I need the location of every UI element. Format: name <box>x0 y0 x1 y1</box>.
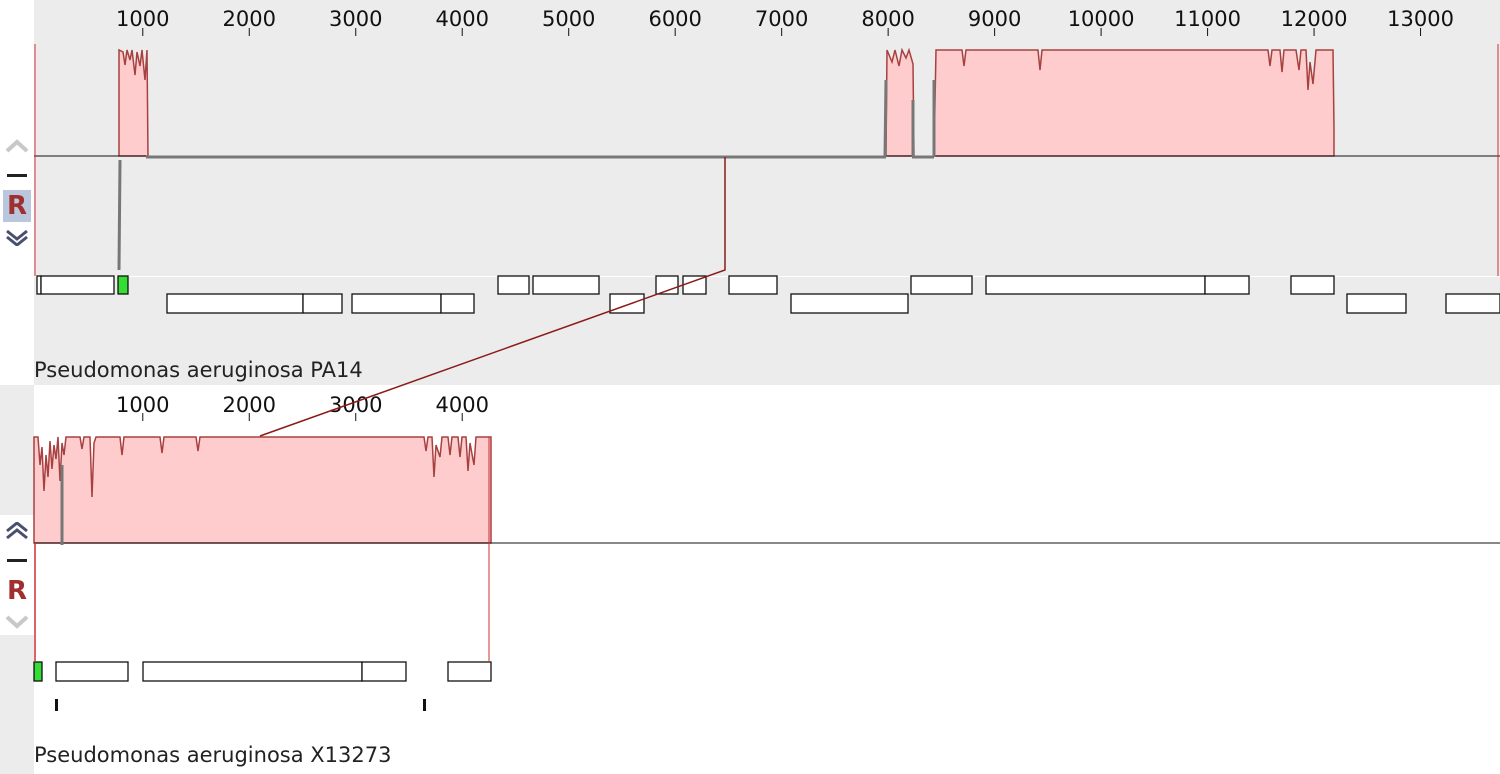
gene-feature[interactable] <box>302 293 343 314</box>
gene-feature[interactable] <box>142 661 363 682</box>
ruler-label: 8000 <box>861 7 914 31</box>
gene-feature[interactable] <box>728 275 778 295</box>
rna-feature[interactable] <box>117 275 129 295</box>
ruler-label: 1000 <box>116 7 169 31</box>
gene-feature[interactable] <box>40 275 115 295</box>
ruler-label: 4000 <box>435 7 488 31</box>
genome-track-x13273[interactable]: 1000 2000 3000 4000 <box>0 385 1500 774</box>
ruler-label: 9000 <box>968 7 1021 31</box>
gene-features <box>33 661 492 682</box>
gene-feature[interactable] <box>440 293 475 314</box>
gene-feature[interactable] <box>1445 293 1500 314</box>
gene-feature[interactable] <box>55 661 129 682</box>
ruler-label: 6000 <box>648 7 701 31</box>
gene-feature[interactable] <box>497 275 530 295</box>
ruler: 1000 2000 3000 4000 <box>116 393 489 421</box>
genome-panel-pa14[interactable]: R 1000 2000 3000 4000 5000 6000 7000 8000 9000 10… <box>0 0 1500 385</box>
genome-track-pa14[interactable]: 1000 2000 3000 4000 5000 6000 7000 8000 9000 1000… <box>0 0 1500 385</box>
gap-lines <box>117 79 936 271</box>
gene-feature[interactable] <box>532 275 600 295</box>
ruler-label: 4000 <box>435 393 488 417</box>
lcb-block[interactable] <box>933 49 1335 157</box>
gene-feature[interactable] <box>447 661 492 682</box>
ruler-label: 3000 <box>329 7 382 31</box>
gene-features <box>34 275 1500 314</box>
repeat-tick[interactable] <box>423 699 426 711</box>
ruler-label: 2000 <box>223 7 276 31</box>
genome-name: Pseudomonas aeruginosa PA14 <box>34 358 363 382</box>
ruler-label: 13000 <box>1387 7 1454 31</box>
gene-feature[interactable] <box>1346 293 1407 314</box>
ruler: 1000 2000 3000 4000 5000 6000 7000 8000 9000 1000… <box>116 7 1454 36</box>
rna-feature[interactable] <box>33 661 43 682</box>
gene-feature[interactable] <box>609 293 645 314</box>
ruler-label: 3000 <box>329 393 382 417</box>
gene-feature[interactable] <box>985 275 1206 295</box>
repeat-ticks <box>55 699 426 711</box>
ruler-label: 11000 <box>1174 7 1241 31</box>
ruler-label: 1000 <box>116 393 169 417</box>
ruler-label: 5000 <box>542 7 595 31</box>
lcb-block[interactable] <box>118 48 149 157</box>
gene-feature[interactable] <box>910 275 973 295</box>
gene-feature[interactable] <box>655 275 679 295</box>
gene-feature[interactable] <box>790 293 909 314</box>
genome-name: Pseudomonas aeruginosa X13273 <box>34 743 392 767</box>
lcb-blocks <box>118 47 1335 157</box>
ruler-label: 12000 <box>1281 7 1348 31</box>
ruler-label: 7000 <box>755 7 808 31</box>
lcb-block[interactable] <box>33 436 492 544</box>
lcb-block[interactable] <box>885 47 915 157</box>
genome-panel-x13273[interactable]: R 1000 2000 3000 4000 Pseudomonas aeruginos… <box>0 385 1500 774</box>
gene-feature[interactable] <box>1204 275 1250 295</box>
ruler-label: 10000 <box>1068 7 1135 31</box>
ruler-label: 2000 <box>223 393 276 417</box>
gene-feature[interactable] <box>166 293 304 314</box>
gene-feature[interactable] <box>351 293 442 314</box>
gene-feature[interactable] <box>361 661 407 682</box>
gene-feature[interactable] <box>1290 275 1335 295</box>
repeat-tick[interactable] <box>55 699 58 711</box>
gene-feature[interactable] <box>682 275 707 295</box>
